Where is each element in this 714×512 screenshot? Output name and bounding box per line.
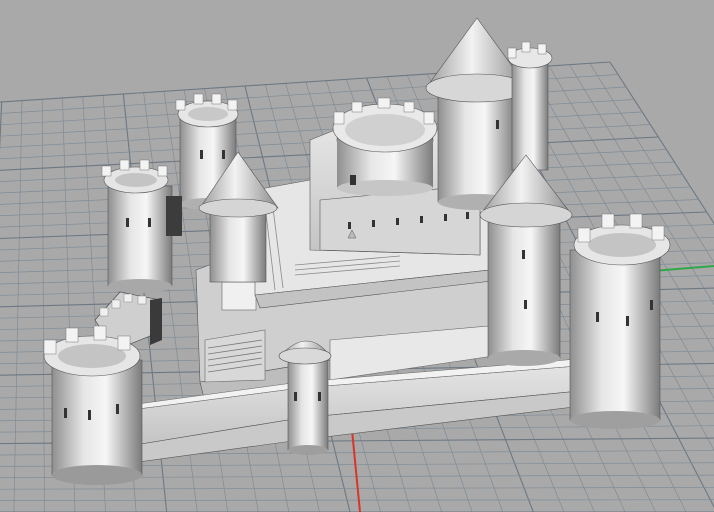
left-tower xyxy=(101,159,182,293)
castle-render xyxy=(0,17,714,512)
3d-viewport[interactable] xyxy=(0,0,714,512)
front-left-tower xyxy=(43,325,143,485)
x-axis-line xyxy=(351,429,361,512)
front-right-tower xyxy=(569,213,671,429)
grid-line xyxy=(0,499,714,501)
rear-right-tower xyxy=(507,41,553,171)
